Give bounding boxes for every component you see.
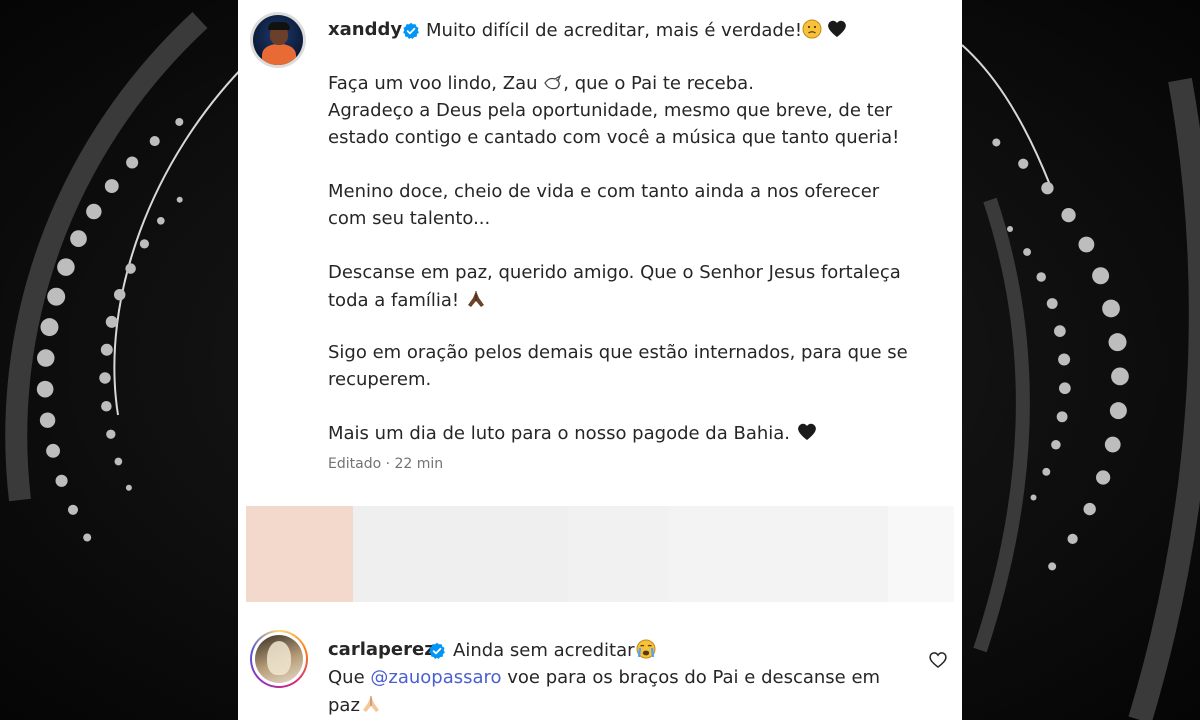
instagram-post-card: xanddy Muito difícil de acreditar, mais … bbox=[238, 0, 962, 720]
comment-line: Que @zauopassaro voe para os braços do P… bbox=[328, 667, 881, 688]
caption-line: Mais um dia de luto para o nosso pagode … bbox=[328, 422, 818, 444]
decor-dot bbox=[139, 239, 150, 249]
decor-dot bbox=[106, 429, 116, 439]
caption-line: toda a família! bbox=[328, 289, 487, 311]
comment-line: paz bbox=[328, 694, 382, 716]
caption-line: Sigo em oração pelos demais que estão in… bbox=[328, 342, 908, 363]
decor-dot bbox=[1108, 333, 1127, 352]
caption-line: Menino doce, cheio de vida e com tanto a… bbox=[328, 181, 880, 202]
decor-dot bbox=[67, 504, 79, 515]
decor-dot bbox=[1007, 225, 1014, 232]
verified-badge-icon bbox=[429, 642, 445, 659]
decor-dot bbox=[156, 216, 165, 225]
decor-dot bbox=[1102, 299, 1120, 318]
media-thumbnail[interactable] bbox=[888, 506, 954, 602]
decor-dot bbox=[125, 263, 136, 274]
decor-dot bbox=[55, 474, 68, 487]
decor-dot bbox=[70, 230, 87, 247]
comment-author-avatar[interactable] bbox=[250, 630, 308, 688]
decor-dot bbox=[1059, 382, 1071, 395]
post-caption-first-line: Muito difícil de acreditar, mais é verda… bbox=[426, 19, 848, 41]
media-thumbnail[interactable] bbox=[353, 506, 568, 602]
caption-line: Faça um voo lindo, Zau , que o Pai te re… bbox=[328, 73, 754, 94]
decor-dot bbox=[36, 380, 54, 398]
decor-dot bbox=[1104, 436, 1121, 453]
black-heart-emoji bbox=[797, 423, 816, 440]
comment-author-username[interactable]: carlaperez bbox=[328, 639, 435, 660]
dove-emoji bbox=[544, 74, 562, 90]
crying-face-emoji bbox=[636, 639, 656, 659]
decor-dot bbox=[1111, 367, 1129, 386]
decor-dot bbox=[114, 457, 123, 466]
decor-dot bbox=[39, 412, 56, 428]
decor-dot bbox=[104, 179, 119, 194]
media-thumbnail[interactable] bbox=[668, 506, 888, 602]
decor-dot bbox=[992, 138, 1001, 147]
decor-dot bbox=[101, 400, 112, 412]
decor-dot bbox=[1041, 181, 1054, 195]
decor-dot bbox=[1092, 267, 1110, 285]
decor-dot bbox=[1030, 494, 1037, 501]
decor-dot bbox=[86, 203, 102, 220]
like-comment-heart-icon[interactable] bbox=[928, 650, 948, 670]
caption-line: estado contigo e cantado com você a músi… bbox=[328, 127, 900, 148]
decor-dot bbox=[1036, 272, 1046, 282]
decor-dot bbox=[1078, 236, 1095, 253]
caption-line: Descanse em paz, querido amigo. Que o Se… bbox=[328, 262, 901, 283]
decor-dot bbox=[57, 258, 75, 276]
sad-face-emoji bbox=[802, 19, 822, 39]
decor-dot bbox=[99, 372, 111, 384]
decor-dot bbox=[176, 196, 183, 203]
decor-dot bbox=[175, 117, 184, 126]
decor-dot bbox=[100, 343, 113, 356]
decor-dot bbox=[1054, 325, 1066, 337]
decor-dot bbox=[37, 349, 55, 367]
decor-dot bbox=[1046, 298, 1058, 309]
comment-first-line: Ainda sem acreditar bbox=[453, 639, 657, 661]
decor-dot bbox=[1061, 208, 1076, 223]
black-heart-emoji bbox=[828, 20, 847, 37]
caption-line: com seu talento... bbox=[328, 208, 491, 229]
decor-dot bbox=[1083, 502, 1096, 516]
post-author-avatar[interactable] bbox=[250, 12, 306, 68]
verified-badge-icon bbox=[403, 22, 419, 39]
decor-dot bbox=[1051, 440, 1061, 450]
decor-dot bbox=[1042, 467, 1051, 476]
decor-dot bbox=[1056, 411, 1068, 423]
post-author-username[interactable]: xanddy bbox=[328, 19, 402, 40]
caption-line: recuperem. bbox=[328, 369, 432, 390]
decor-dot bbox=[105, 315, 118, 328]
post-edited-timestamp: Editado · 22 min bbox=[328, 456, 444, 472]
decor-dot bbox=[47, 287, 66, 306]
decor-dot bbox=[113, 288, 126, 301]
decor-dot bbox=[125, 484, 132, 491]
praying-hands-emoji bbox=[362, 696, 379, 712]
decor-dot bbox=[1096, 470, 1111, 485]
media-thumbnail[interactable] bbox=[568, 506, 668, 602]
decor-dot bbox=[126, 156, 139, 169]
decor-dot bbox=[149, 136, 160, 147]
decor-dot bbox=[1048, 562, 1057, 571]
decor-dot bbox=[40, 318, 59, 337]
media-thumbnail[interactable] bbox=[246, 506, 353, 602]
decor-dot bbox=[1023, 248, 1032, 256]
decor-dot bbox=[83, 533, 92, 542]
decor-dot bbox=[1067, 533, 1078, 544]
decor-dot bbox=[1109, 402, 1127, 420]
mention-link[interactable]: @zauopassaro bbox=[370, 667, 501, 688]
praying-hands-emoji bbox=[467, 291, 484, 307]
caption-line: Agradeço a Deus pela oportunidade, mesmo… bbox=[328, 100, 893, 121]
decor-dot bbox=[46, 443, 61, 458]
decor-dot bbox=[1018, 158, 1029, 169]
decor-dot bbox=[1058, 353, 1071, 366]
